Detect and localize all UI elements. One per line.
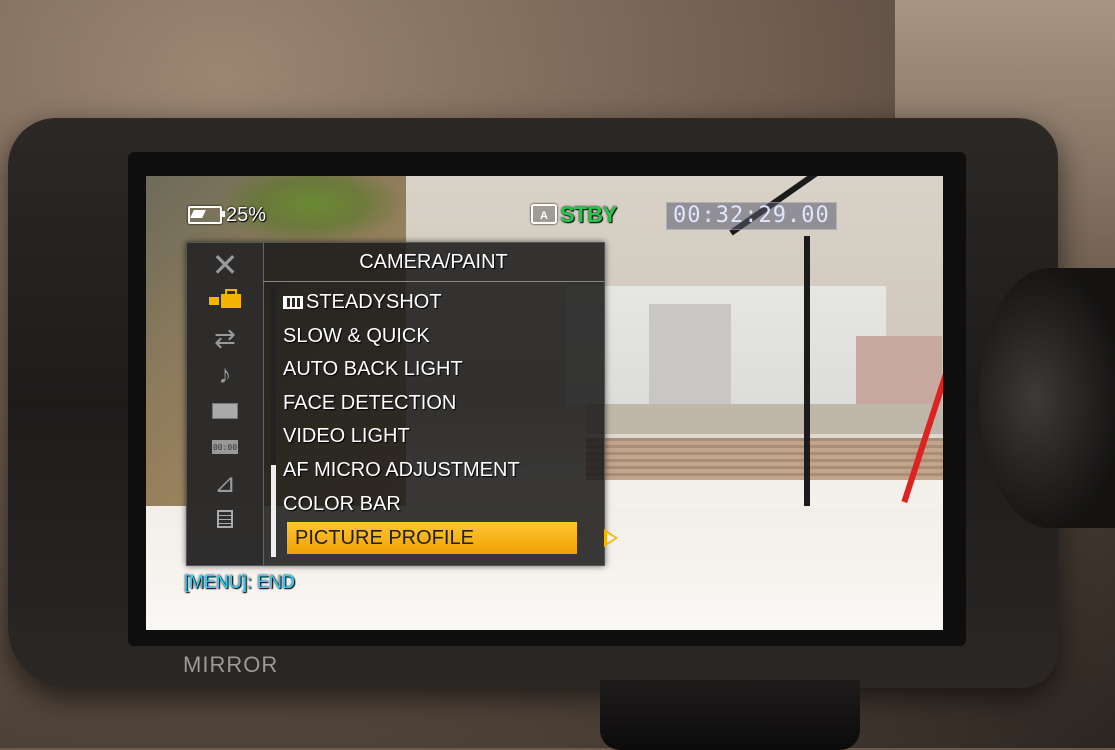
timecode-category-icon[interactable]: 00:00: [187, 429, 263, 465]
rec-in-out-category-icon[interactable]: ⇄: [187, 320, 263, 356]
menu-item-label: AF MICRO ADJUSTMENT: [283, 459, 520, 481]
film-icon: [283, 295, 303, 309]
timecode-display: 00:32:29.00: [666, 202, 837, 230]
wireless-glyph: ⊿: [214, 467, 236, 498]
memory-card-icon: A: [531, 204, 557, 224]
battery-indicator: 25%: [188, 203, 267, 226]
scene-railing: [586, 438, 943, 480]
menu-item-steadyshot[interactable]: STEADYSHOT: [283, 287, 583, 317]
menu-item-picture-profile[interactable]: PICTURE PROFILE: [287, 522, 577, 554]
mirror-label: MIRROR: [183, 652, 279, 677]
display-category-icon[interactable]: [187, 393, 263, 429]
menu-category-sidebar: ✕ ⇄ ♪ 00:00 ⊿: [187, 243, 264, 565]
camera-icon: [209, 289, 241, 308]
menu-scroll-thumb[interactable]: [271, 465, 276, 557]
menu-item-af-micro-adjustment[interactable]: AF MICRO ADJUSTMENT: [283, 455, 583, 485]
menu-item-label: VIDEO LIGHT: [283, 425, 410, 447]
menu-item-color-bar[interactable]: COLOR BAR: [283, 489, 583, 519]
menu-item-label: STEADYSHOT: [306, 291, 442, 313]
swap-arrows-glyph: ⇄: [214, 322, 236, 353]
menu-end-hint: [MENU]: END: [184, 572, 296, 592]
menu-item-label: PICTURE PROFILE: [295, 527, 474, 549]
menu-item-auto-back-light[interactable]: AUTO BACK LIGHT: [283, 354, 583, 384]
network-category-icon[interactable]: ⊿: [187, 465, 263, 501]
submenu-arrow-icon[interactable]: [604, 529, 618, 547]
menu-item-video-light[interactable]: VIDEO LIGHT: [283, 421, 583, 451]
scene-ledge: [586, 404, 943, 434]
camera-side-knob: [979, 268, 1115, 528]
standby-status: STBY: [560, 202, 617, 227]
battery-icon: [188, 206, 225, 224]
timecode-icon: 00:00: [212, 440, 238, 454]
scene-light-stand: [804, 236, 810, 506]
scene-building: [649, 304, 731, 406]
other-category-icon[interactable]: [187, 501, 263, 537]
camera-mount: [600, 680, 860, 750]
menu-title: CAMERA/PAINT: [263, 243, 604, 282]
close-icon[interactable]: ✕: [187, 247, 263, 283]
memory-card-label: A: [540, 210, 548, 222]
camera-category-icon[interactable]: [187, 283, 263, 319]
close-glyph: ✕: [211, 247, 239, 283]
menu-item-label: FACE DETECTION: [283, 392, 457, 414]
menu-item-label: COLOR BAR: [283, 493, 401, 515]
menu-item-label: SLOW & QUICK: [283, 325, 430, 347]
audio-category-icon[interactable]: ♪: [187, 356, 263, 392]
menu-item-label: AUTO BACK LIGHT: [283, 358, 463, 380]
lcd-screen: 25% A STBY 00:32:29.00 ✕ ⇄ ♪ 00:00 ⊿ CAM…: [146, 176, 943, 630]
scene-building: [856, 336, 942, 406]
camera-menu: ✕ ⇄ ♪ 00:00 ⊿ CAMERA/PAINT STEADYSHOT SL…: [186, 242, 605, 566]
battery-percent: 25%: [226, 203, 267, 226]
music-note-glyph: ♪: [218, 358, 232, 389]
menu-item-slow-quick[interactable]: SLOW & QUICK: [283, 321, 583, 351]
list-icon: [217, 510, 233, 528]
display-icon: [212, 403, 238, 419]
menu-item-face-detection[interactable]: FACE DETECTION: [283, 388, 583, 418]
